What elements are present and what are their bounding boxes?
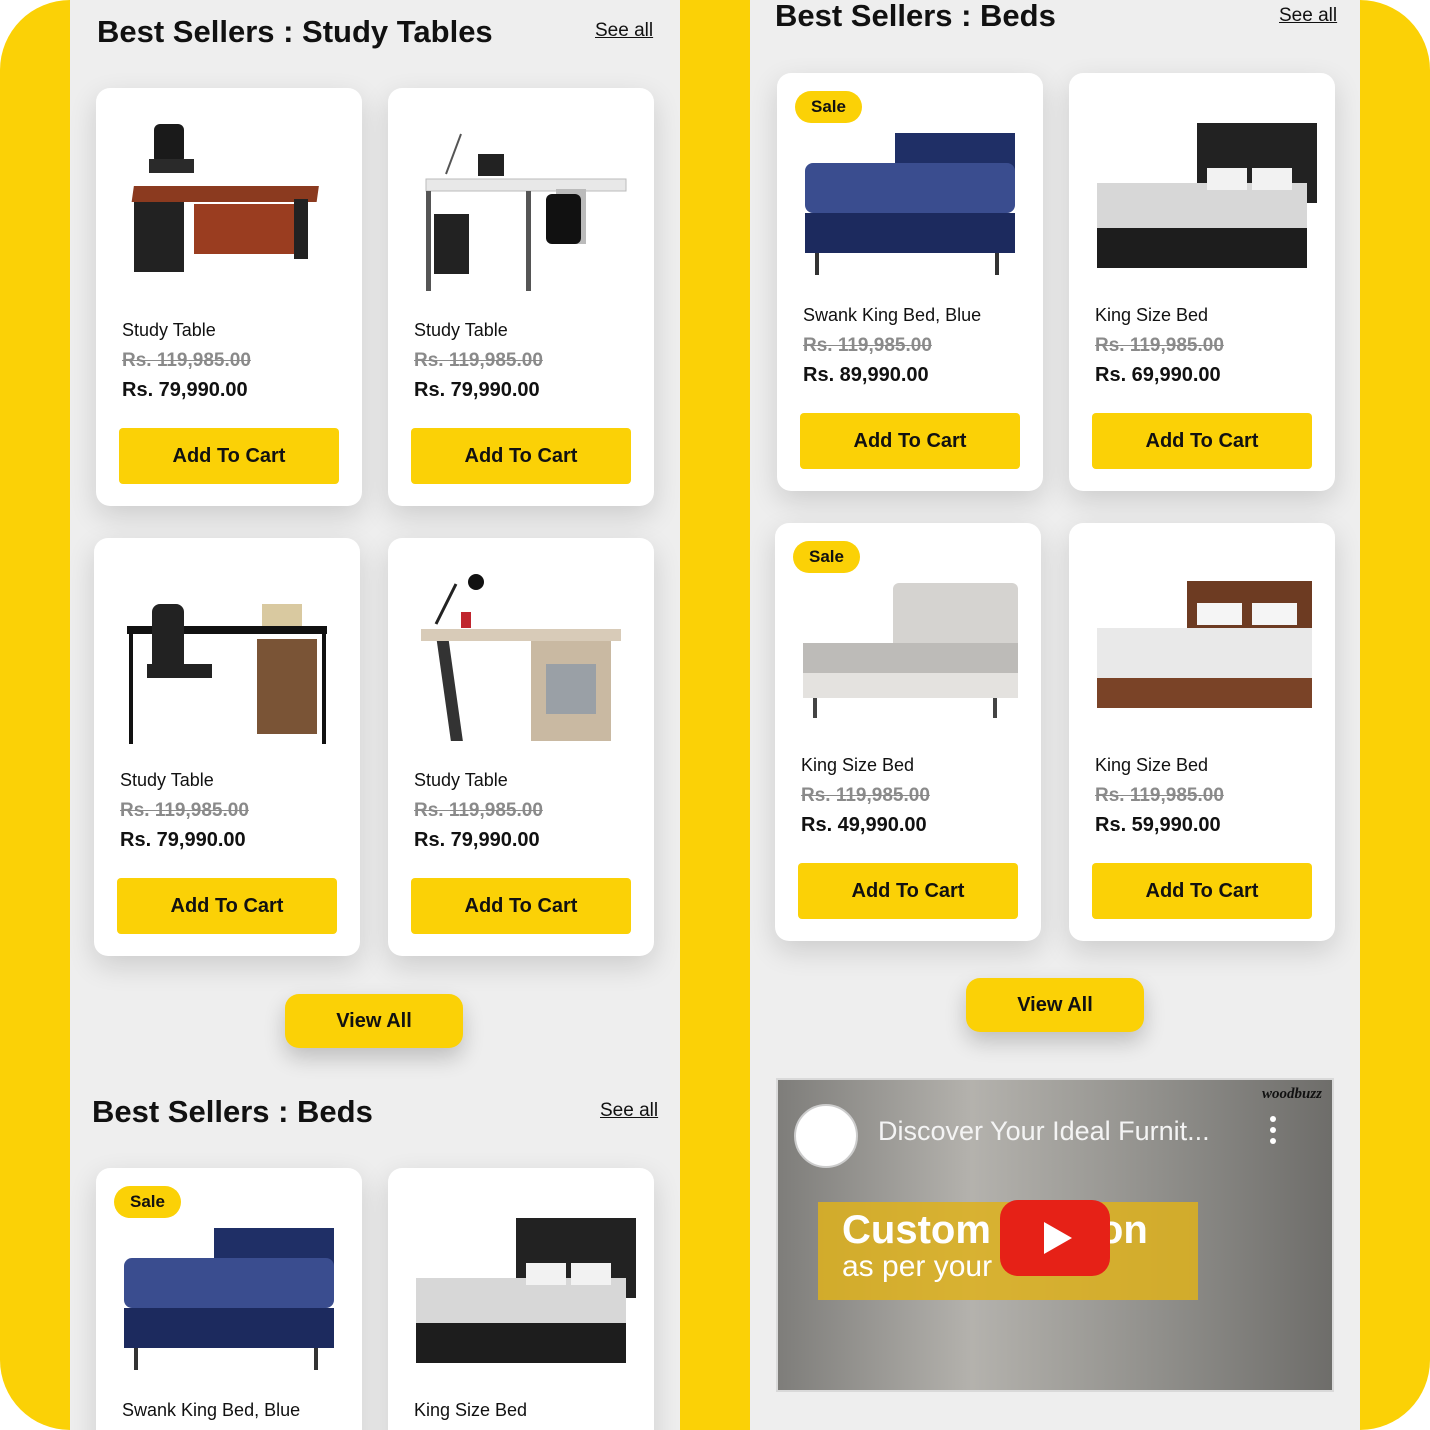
original-price: Rs. 119,985.00 <box>803 335 932 356</box>
left-phone-screen: Best Sellers : Study Tables See all Stud… <box>70 0 680 1430</box>
view-all-button[interactable]: View All <box>285 994 463 1048</box>
add-to-cart-button[interactable]: Add To Cart <box>1092 863 1312 919</box>
original-price: Rs. 119,985.00 <box>122 350 251 371</box>
sale-price: Rs. 79,990.00 <box>120 829 246 851</box>
product-name: Swank King Bed, Blue <box>122 1400 301 1420</box>
product-card[interactable]: Sale King Size Bed Rs. 119,985.00 Rs. 49… <box>775 523 1041 941</box>
product-name: Study Table <box>120 770 214 790</box>
product-image <box>114 114 344 304</box>
original-price: Rs. 119,985.00 <box>801 785 930 806</box>
add-to-cart-button[interactable]: Add To Cart <box>798 863 1018 919</box>
channel-logo-icon[interactable] <box>794 1104 858 1168</box>
original-price: Rs. 119,985.00 <box>1095 335 1224 356</box>
add-to-cart-button[interactable]: Add To Cart <box>411 878 631 934</box>
product-card[interactable]: Study Table Rs. 119,985.00 Rs. 79,990.00… <box>388 88 654 506</box>
product-name: Study Table <box>414 770 508 790</box>
sale-price: Rs. 79,990.00 <box>414 379 540 401</box>
product-image <box>406 564 636 754</box>
original-price: Rs. 119,985.00 <box>120 800 249 821</box>
sale-badge: Sale <box>795 91 862 123</box>
add-to-cart-button[interactable]: Add To Cart <box>411 428 631 484</box>
product-card[interactable]: Study Table Rs. 119,985.00 Rs. 79,990.00… <box>94 538 360 956</box>
product-image <box>112 564 342 754</box>
video-embed[interactable]: Discover Your Ideal Furnit... woodbuzz C… <box>776 1078 1334 1392</box>
right-phone-screen: Best Sellers : Beds See all Sale Swank K… <box>750 0 1360 1430</box>
sale-badge: Sale <box>793 541 860 573</box>
product-card[interactable]: Sale Swank King Bed, Blue <box>96 1168 362 1430</box>
view-all-button[interactable]: View All <box>966 978 1144 1032</box>
product-name: Swank King Bed, Blue <box>803 305 982 325</box>
product-name: Study Table <box>414 320 508 340</box>
product-image <box>793 573 1023 733</box>
see-all-link[interactable]: See all <box>600 1100 658 1122</box>
add-to-cart-button[interactable]: Add To Cart <box>1092 413 1312 469</box>
more-vert-icon[interactable] <box>1270 1116 1278 1146</box>
add-to-cart-button[interactable]: Add To Cart <box>119 428 339 484</box>
youtube-play-icon[interactable] <box>1000 1200 1110 1276</box>
product-name: King Size Bed <box>1095 755 1209 775</box>
product-card[interactable]: Sale Swank King Bed, Blue Rs. 119,985.00… <box>777 73 1043 491</box>
add-to-cart-button[interactable]: Add To Cart <box>800 413 1020 469</box>
product-card[interactable]: King Size Bed <box>388 1168 654 1430</box>
product-name: King Size Bed <box>801 755 915 775</box>
sale-price: Rs. 79,990.00 <box>122 379 248 401</box>
sale-price: Rs. 89,990.00 <box>803 364 929 386</box>
sale-price: Rs. 49,990.00 <box>801 814 927 836</box>
product-image <box>114 1218 344 1378</box>
original-price: Rs. 119,985.00 <box>414 800 543 821</box>
product-image <box>406 114 636 304</box>
product-name: King Size Bed <box>1095 305 1209 325</box>
original-price: Rs. 119,985.00 <box>1095 785 1224 806</box>
product-image <box>1087 573 1317 733</box>
original-price: Rs. 119,985.00 <box>414 350 543 371</box>
product-name: King Size Bed <box>414 1400 528 1420</box>
see-all-link[interactable]: See all <box>1279 5 1337 27</box>
product-image <box>406 1218 636 1378</box>
section-title-beds: Best Sellers : Beds <box>92 1094 373 1129</box>
product-image <box>795 123 1025 283</box>
see-all-link[interactable]: See all <box>595 20 653 42</box>
sale-price: Rs. 79,990.00 <box>414 829 540 851</box>
product-card[interactable]: King Size Bed Rs. 119,985.00 Rs. 69,990.… <box>1069 73 1335 491</box>
section-title-beds: Best Sellers : Beds <box>775 0 1056 33</box>
sale-price: Rs. 69,990.00 <box>1095 364 1221 386</box>
add-to-cart-button[interactable]: Add To Cart <box>117 878 337 934</box>
overlay-heading-start: Custom <box>842 1208 991 1252</box>
video-title[interactable]: Discover Your Ideal Furnit... <box>878 1116 1210 1147</box>
product-image <box>1087 123 1317 283</box>
background-frame: Best Sellers : Study Tables See all Stud… <box>0 0 1430 1430</box>
brand-watermark: woodbuzz <box>1261 1086 1322 1102</box>
video-overlay-subheading: as per your <box>842 1250 993 1283</box>
product-card[interactable]: Study Table Rs. 119,985.00 Rs. 79,990.00… <box>96 88 362 506</box>
product-card[interactable]: Study Table Rs. 119,985.00 Rs. 79,990.00… <box>388 538 654 956</box>
product-name: Study Table <box>122 320 216 340</box>
sale-price: Rs. 59,990.00 <box>1095 814 1221 836</box>
product-card[interactable]: King Size Bed Rs. 119,985.00 Rs. 59,990.… <box>1069 523 1335 941</box>
section-title-study-tables: Best Sellers : Study Tables <box>97 14 493 49</box>
sale-badge: Sale <box>114 1186 181 1218</box>
